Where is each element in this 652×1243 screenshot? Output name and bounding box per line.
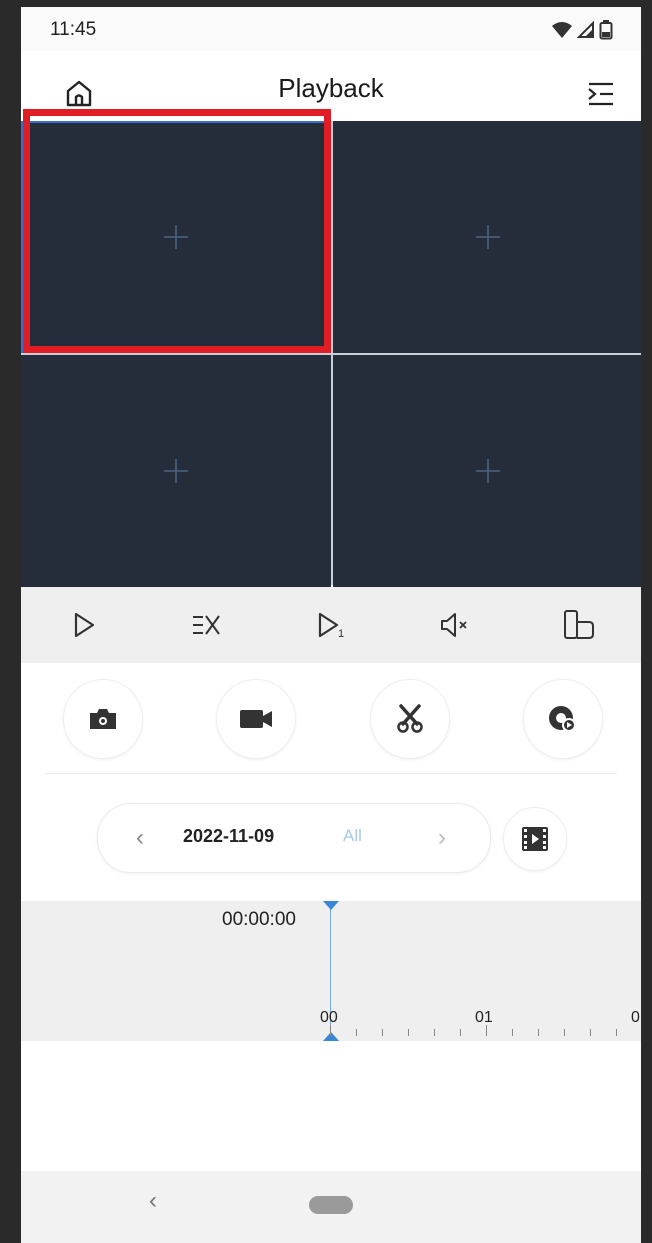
current-time: 00:00:00 xyxy=(222,909,296,930)
rotate-screen-icon xyxy=(564,610,594,639)
timeline-tick xyxy=(408,1029,409,1036)
device-list-icon xyxy=(588,82,613,106)
page-title: Playback xyxy=(278,73,384,103)
timeline[interactable]: 00:00:00 00 01 0 xyxy=(21,901,641,1041)
rotate-screen-button[interactable] xyxy=(559,605,599,645)
video-list-button[interactable] xyxy=(503,807,567,871)
add-icon[interactable] xyxy=(475,458,501,484)
cursor-top-marker xyxy=(323,901,339,910)
clip-button[interactable] xyxy=(369,679,450,759)
wifi-icon xyxy=(552,22,572,38)
timeline-tick xyxy=(564,1029,565,1036)
timeline-tick xyxy=(590,1029,591,1036)
timeline-tick xyxy=(616,1029,617,1036)
single-frame-icon: 1 xyxy=(318,612,344,640)
hour-label: 01 xyxy=(475,1009,493,1026)
add-icon[interactable] xyxy=(163,458,189,484)
video-window-3[interactable] xyxy=(21,355,331,587)
system-nav-bar: ‹ xyxy=(21,1171,641,1243)
add-icon[interactable] xyxy=(163,224,189,250)
single-frame-button[interactable]: 1 xyxy=(311,605,351,645)
previous-day-button[interactable]: ‹ xyxy=(136,824,144,852)
hour-label: 0 xyxy=(631,1009,640,1026)
battery-icon xyxy=(599,20,613,40)
record-icon xyxy=(240,710,273,728)
stop-all-icon xyxy=(193,615,220,635)
film-icon xyxy=(522,827,548,851)
video-grid xyxy=(21,121,641,587)
svg-text:1: 1 xyxy=(338,628,344,640)
mute-button[interactable] xyxy=(435,605,475,645)
snapshot-button[interactable] xyxy=(63,679,143,759)
timeline-tick xyxy=(434,1029,435,1036)
video-window-4[interactable] xyxy=(333,355,641,587)
selected-date[interactable]: 2022-11-09 xyxy=(183,826,274,847)
status-bar: 11:45 xyxy=(21,7,641,51)
app-header: Playback xyxy=(21,51,641,121)
phone-screen: 11:45 Playback 1 ‹ 2022-11-09 All › 00:0… xyxy=(21,7,641,1243)
nav-back-button[interactable]: ‹ xyxy=(149,1187,157,1215)
signal-icon xyxy=(577,21,594,38)
playback-control-bar: 1 xyxy=(21,587,641,663)
play-icon xyxy=(74,612,95,638)
hour-label: 00 xyxy=(320,1009,338,1026)
play-button[interactable] xyxy=(63,605,103,645)
video-window-1[interactable] xyxy=(21,121,331,353)
next-day-button[interactable]: › xyxy=(438,824,446,852)
cursor-bottom-marker xyxy=(323,1032,339,1041)
add-icon[interactable] xyxy=(475,224,501,250)
stop-all-button[interactable] xyxy=(187,605,227,645)
timeline-tick xyxy=(356,1029,357,1036)
clip-icon xyxy=(396,704,423,733)
video-window-2[interactable] xyxy=(333,121,641,353)
record-button[interactable] xyxy=(216,679,297,759)
timeline-tick xyxy=(382,1029,383,1036)
action-row xyxy=(63,679,603,759)
status-icons xyxy=(551,20,613,40)
playback-mode-icon xyxy=(548,706,576,732)
mute-icon xyxy=(441,613,467,637)
playback-mode-button[interactable] xyxy=(522,679,603,759)
snapshot-icon xyxy=(90,709,116,729)
timeline-tick xyxy=(330,1025,331,1036)
status-time: 11:45 xyxy=(50,19,97,40)
section-divider xyxy=(45,773,617,774)
timeline-tick xyxy=(460,1029,461,1036)
timeline-tick xyxy=(538,1029,539,1036)
nav-home-pill[interactable] xyxy=(309,1196,353,1214)
timeline-tick xyxy=(486,1025,487,1036)
record-type-filter[interactable]: All xyxy=(343,826,362,846)
timeline-tick xyxy=(512,1029,513,1036)
date-selector: ‹ 2022-11-09 All › xyxy=(97,803,491,873)
device-list-button[interactable] xyxy=(583,75,619,111)
